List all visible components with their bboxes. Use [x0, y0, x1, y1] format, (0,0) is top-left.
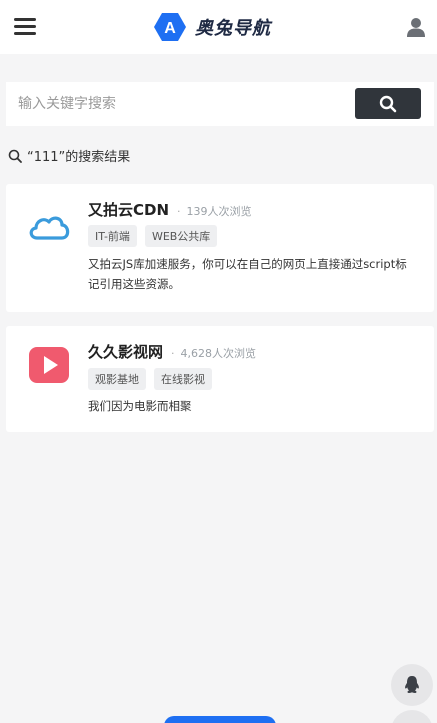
site-title[interactable]: 又拍云CDN [88, 199, 169, 220]
logo-a-icon: A [154, 13, 186, 41]
cloud-icon [29, 216, 70, 240]
result-card[interactable]: 久久影视网 · 4,628人次浏览 观影基地 在线影视 我们因为电影而相聚 [6, 326, 434, 432]
search-result-heading: “111”的搜索结果 [8, 146, 130, 165]
search-button[interactable] [355, 88, 421, 119]
play-icon [29, 347, 69, 383]
tag-it-frontend[interactable]: IT-前端 [88, 225, 137, 247]
tag-online-video[interactable]: 在线影视 [154, 368, 212, 390]
top-navigation-bar: A 奥兔导航 [0, 0, 437, 54]
tag-movie-base[interactable]: 观影基地 [88, 368, 146, 390]
search-icon [8, 149, 22, 163]
logo-letter: A [164, 20, 176, 37]
bottom-action-button[interactable] [164, 716, 276, 723]
search-input[interactable] [18, 86, 348, 122]
site-description: 我们因为电影而相聚 [88, 399, 192, 413]
site-description: 又拍云JS库加速服务，你可以在自己的网页上直接通过script标记引用这些资源。 [88, 257, 407, 291]
wechat-button[interactable] [391, 710, 433, 723]
view-count: 4,628人次浏览 [180, 347, 257, 360]
qq-penguin-icon [405, 676, 419, 694]
search-bar [6, 82, 434, 126]
site-title[interactable]: 久久影视网 [88, 341, 163, 362]
card-title-row: 又拍云CDN · 139人次浏览 [88, 199, 252, 220]
tag-list: IT-前端 WEB公共库 [88, 225, 218, 247]
card-title-row: 久久影视网 · 4,628人次浏览 [88, 341, 256, 362]
title-separator: · [177, 205, 181, 218]
brand-name: 奥兔导航 [195, 18, 271, 39]
tag-web-library[interactable]: WEB公共库 [144, 225, 218, 247]
result-card[interactable]: 又拍云CDN · 139人次浏览 IT-前端 WEB公共库 又拍云JS库加速服务… [6, 184, 434, 312]
view-count: 139人次浏览 [186, 205, 252, 218]
title-separator: · [171, 347, 175, 360]
search-icon [379, 95, 397, 112]
result-heading-text: “111”的搜索结果 [27, 150, 131, 165]
user-icon[interactable] [405, 16, 427, 38]
qq-button[interactable] [391, 664, 433, 706]
tag-list: 观影基地 在线影视 [88, 368, 212, 390]
hamburger-menu-icon[interactable] [14, 17, 36, 35]
site-logo[interactable]: A 奥兔导航 [153, 12, 271, 42]
